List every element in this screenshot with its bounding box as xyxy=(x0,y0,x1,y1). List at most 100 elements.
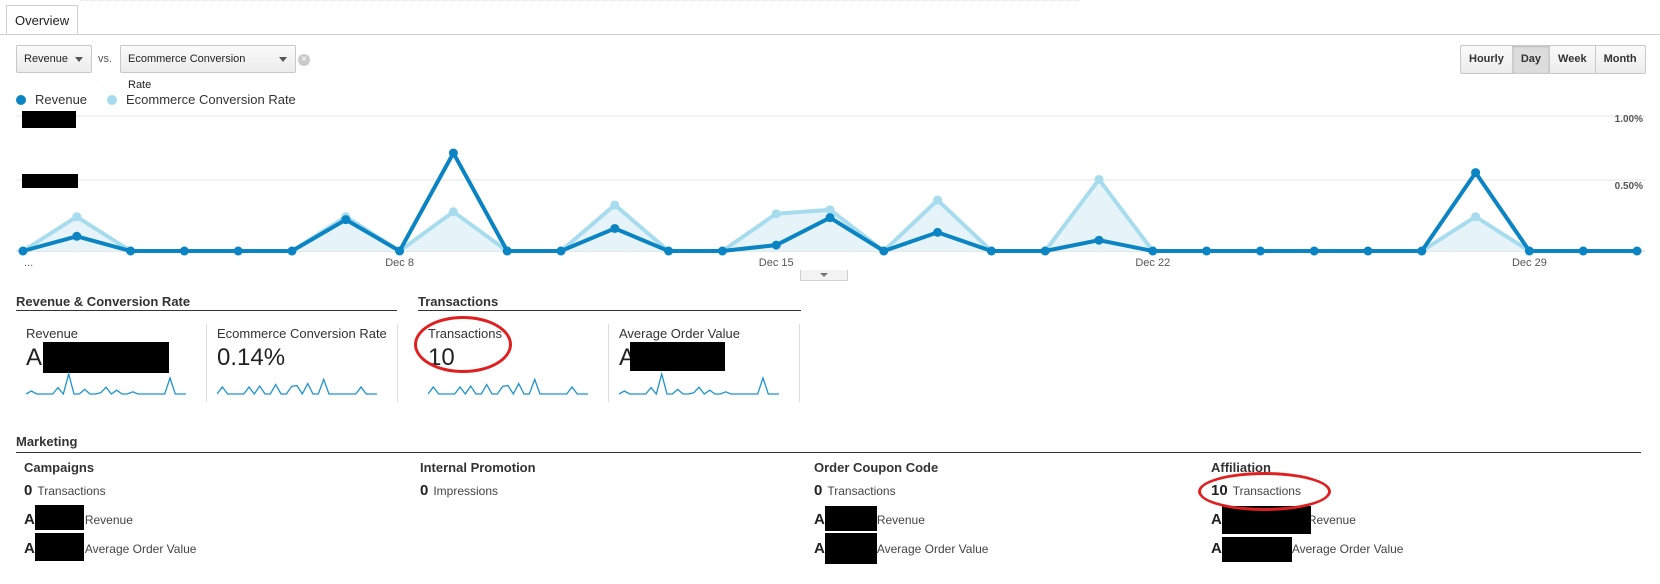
y-axis-tick-label: 0.50% xyxy=(1615,181,1643,192)
tab-overview[interactable]: Overview xyxy=(6,5,79,34)
marketing-internal-promotion-title[interactable]: Internal Promotion xyxy=(420,460,536,475)
data-point xyxy=(664,246,674,256)
day-button[interactable]: Day xyxy=(1511,45,1551,74)
top-divider xyxy=(80,0,1080,2)
collapse-chart-toggle[interactable] xyxy=(800,270,848,281)
data-point xyxy=(1471,168,1481,178)
redaction-block xyxy=(1222,537,1292,562)
marketing-rule xyxy=(16,452,1641,453)
line-chart[interactable]: 1.00% 0.50%... Dec 8 Dec 15 Dec 22 Dec 29 xyxy=(0,108,1660,270)
data-point xyxy=(72,231,82,241)
campaigns-transactions: 0 Transactions xyxy=(24,482,106,499)
scorecard-conversion-rate[interactable]: Ecommerce Conversion Rate 0.14% xyxy=(207,324,387,402)
data-point xyxy=(18,246,28,256)
data-point xyxy=(72,212,82,222)
data-point xyxy=(448,207,458,217)
group-rule xyxy=(16,310,397,311)
sparkline-path xyxy=(619,372,779,396)
group-title-revenue-conversion: Revenue & Conversion Rate xyxy=(16,294,191,309)
data-point xyxy=(1471,212,1481,222)
data-point xyxy=(879,246,889,256)
sparkline xyxy=(26,372,186,396)
redaction-block xyxy=(825,533,877,564)
y-axis-label-redacted xyxy=(22,174,78,188)
scorecard-value: 0.14% xyxy=(217,344,286,371)
sparkline xyxy=(428,377,588,396)
data-point xyxy=(179,246,189,256)
group-rule xyxy=(418,310,801,311)
remove-metric-icon[interactable]: × xyxy=(298,54,310,66)
data-point xyxy=(1148,246,1158,256)
card-divider xyxy=(397,324,398,402)
marketing-order-coupon-title[interactable]: Order Coupon Code xyxy=(814,460,938,475)
data-point xyxy=(825,213,835,223)
sparkline-path xyxy=(217,377,377,396)
legend-conversion-rate[interactable]: Ecommerce Conversion Rate xyxy=(107,92,296,107)
redaction-block xyxy=(825,506,877,531)
coupon-transactions: 0 Transactions xyxy=(814,482,896,499)
legend-revenue[interactable]: Revenue xyxy=(16,92,87,107)
hourly-button[interactable]: Hourly xyxy=(1460,45,1513,74)
x-axis-tick-label: Dec 8 xyxy=(385,257,414,269)
data-point xyxy=(1094,235,1104,245)
y-axis-label-redacted xyxy=(22,111,76,128)
marketing-title: Marketing xyxy=(16,434,78,449)
x-axis-tick-label: ... xyxy=(24,257,33,269)
data-point xyxy=(771,240,781,250)
chevron-down-icon xyxy=(279,57,287,62)
sparkline xyxy=(217,377,377,396)
data-point xyxy=(1202,246,1212,256)
scorecard-average-order-value[interactable]: Average Order Value A xyxy=(609,324,789,402)
data-point xyxy=(287,246,297,256)
data-point xyxy=(448,148,458,158)
x-axis-tick-label: Dec 29 xyxy=(1512,257,1547,269)
data-point xyxy=(933,195,943,205)
metric1-label: Revenue xyxy=(24,53,69,65)
group-title-transactions: Transactions xyxy=(418,294,499,309)
data-point xyxy=(502,246,512,256)
data-point xyxy=(1040,246,1050,256)
legend-label: Ecommerce Conversion Rate xyxy=(126,92,296,107)
marketing-campaigns-title[interactable]: Campaigns xyxy=(24,460,94,475)
data-point xyxy=(610,200,620,210)
data-point xyxy=(1632,246,1642,256)
data-point xyxy=(1524,246,1534,256)
redaction-block xyxy=(630,342,725,371)
data-point xyxy=(610,223,620,233)
x-axis-tick-label: Dec 15 xyxy=(759,257,794,269)
legend-label: Revenue xyxy=(35,92,88,107)
data-point xyxy=(825,205,835,215)
legend-dot-icon xyxy=(16,94,26,105)
data-point xyxy=(1578,246,1588,256)
metric2-label: Ecommerce Conversion Rate xyxy=(128,53,246,91)
scorecard-label: Ecommerce Conversion Rate xyxy=(217,326,387,341)
data-point xyxy=(717,246,727,256)
sparkline xyxy=(619,372,779,396)
data-point xyxy=(1363,246,1373,256)
redaction-block xyxy=(43,342,169,373)
data-point xyxy=(395,246,405,256)
metric1-dropdown[interactable]: Revenue xyxy=(16,45,92,73)
legend-dot-icon xyxy=(107,94,117,105)
scorecard-revenue[interactable]: Revenue A xyxy=(16,324,196,402)
data-point xyxy=(1255,246,1265,256)
data-point xyxy=(933,227,943,237)
red-highlight-circle xyxy=(414,316,512,373)
redaction-block xyxy=(35,505,84,530)
y-axis-tick-label: 1.00% xyxy=(1615,114,1643,125)
card-divider xyxy=(799,324,800,402)
month-button[interactable]: Month xyxy=(1594,45,1646,74)
x-axis-tick-label: Dec 22 xyxy=(1135,257,1170,269)
sparkline-path xyxy=(428,377,588,396)
data-point xyxy=(341,215,351,225)
data-point xyxy=(1094,174,1104,184)
data-point xyxy=(126,246,136,256)
internal-promotion-impressions: 0 Impressions xyxy=(420,482,499,499)
chevron-down-icon xyxy=(75,57,83,62)
data-point xyxy=(1417,246,1427,256)
week-button[interactable]: Week xyxy=(1549,45,1596,74)
time-granularity-group: Hourly Day Week Month xyxy=(1460,45,1646,74)
vs-label: vs. xyxy=(98,53,113,65)
metric2-dropdown[interactable]: Ecommerce Conversion Rate xyxy=(120,45,296,91)
data-point xyxy=(233,246,243,256)
